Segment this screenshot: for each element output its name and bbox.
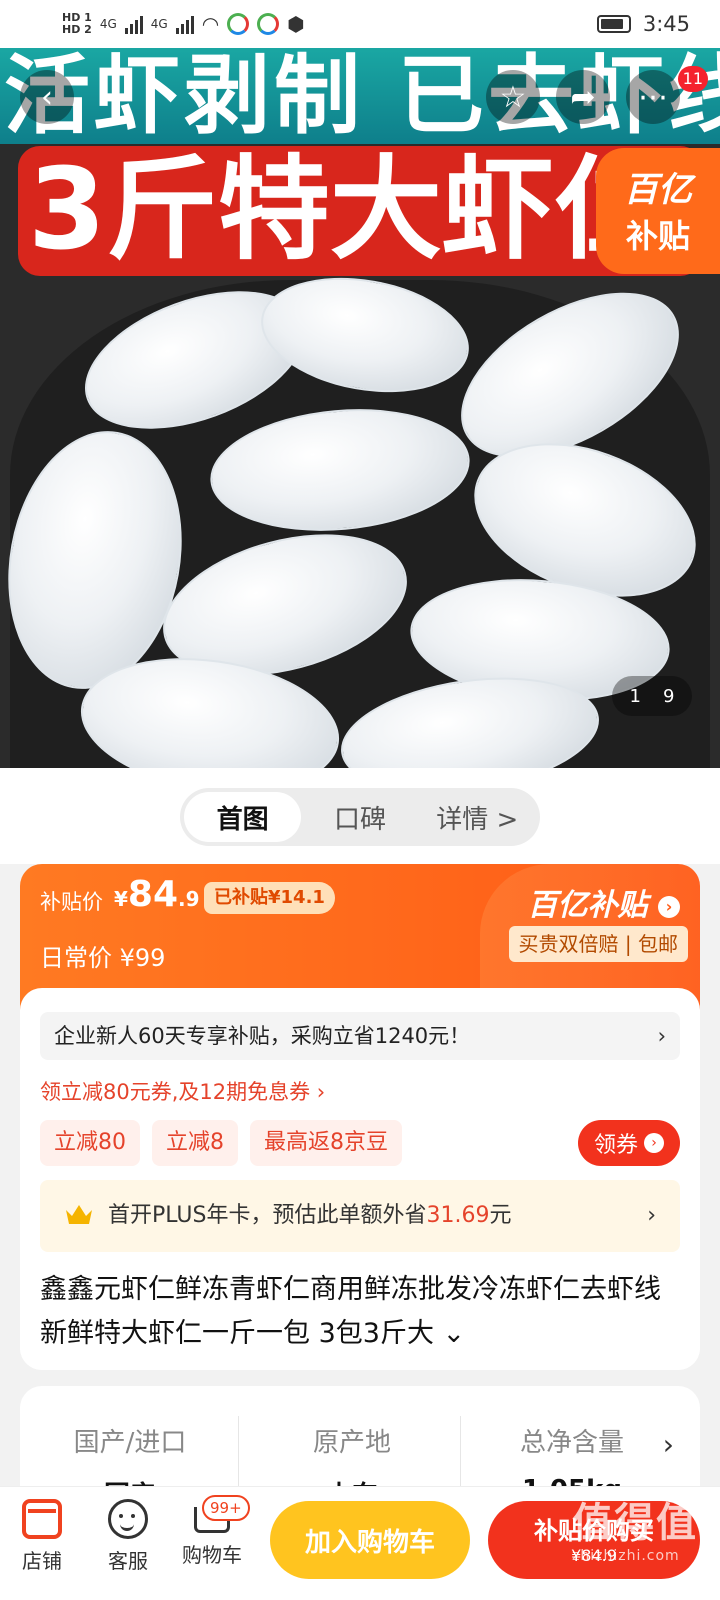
subsidy-price-label: 补贴价 <box>40 890 103 914</box>
chevron-right-icon: › <box>658 895 680 918</box>
product-hero-image[interactable]: 活虾剥制 已去虾线 3斤特大虾仁 百亿 补贴 ‹ ☆ ➦ ⋯ 11 1 9 <box>0 48 720 768</box>
subsidy-brand-link[interactable]: 百亿补贴 › <box>528 880 680 924</box>
pager-current: 1 <box>629 685 641 707</box>
watermark-sub: zhizhizhi.com <box>572 1548 680 1564</box>
currency-symbol: ¥ <box>114 887 128 911</box>
hero-banner-main-text: 3斤特大虾仁 <box>28 145 666 275</box>
tab-reviews[interactable]: 口碑 <box>301 792 418 842</box>
subsidized-amount-tag: 已补贴¥14.1 <box>204 882 335 914</box>
customer-service-label: 客服 <box>108 1549 148 1573</box>
cart-label: 购物车 <box>182 1543 242 1567</box>
pager-total: 9 <box>663 685 675 707</box>
spec-key: 国产/进口 <box>73 1428 187 1458</box>
image-pager: 1 9 <box>612 676 692 716</box>
daily-price-label: 日常价 <box>40 944 112 972</box>
discount-tag-1[interactable]: 立减80 <box>40 1120 140 1166</box>
subsidy-price-decimal: .9 <box>178 887 200 911</box>
tab-main-image[interactable]: 首图 <box>184 792 302 842</box>
bean-rebate-tag[interactable]: 最高返8京豆 <box>250 1120 402 1166</box>
plus-saving-amount: 31.69 <box>426 1203 490 1228</box>
store-button[interactable]: 店铺 <box>2 1499 82 1574</box>
subsidy-badge-line2: 补贴 <box>625 217 690 255</box>
shrimp-bowl-image <box>0 258 718 768</box>
enterprise-promo-text: 企业新人60天专享补贴，采购立省1240元！ <box>54 1024 471 1048</box>
product-title[interactable]: 鑫鑫元虾仁鲜冻青虾仁商用鲜冻批发冷冻虾仁去虾线新鲜特大虾仁一斤一包 3包3斤大 … <box>40 1268 680 1356</box>
watermark-main: 值得值 <box>572 1500 698 1546</box>
hero-banner-top-text: 活虾剥制 已去虾线 <box>4 48 720 146</box>
spec-key: 原产地 <box>312 1428 391 1458</box>
store-label: 店铺 <box>22 1549 62 1573</box>
promo-section: 企业新人60天专享补贴，采购立省1240元！ › 领立减80元券,及12期免息券… <box>20 988 700 1370</box>
chevron-right-icon: › <box>647 1203 656 1228</box>
subsidy-price: ¥84.9 <box>114 874 200 915</box>
notification-badge: 11 <box>677 66 708 92</box>
sim2-label: HD 2 <box>62 23 92 36</box>
share-button[interactable]: ➦ <box>556 70 610 124</box>
app-notification-icon <box>227 13 250 35</box>
sim-indicators: HD 1 HD 2 <box>62 12 92 36</box>
coupon-link[interactable]: 领立减80元券,及12期免息券 › <box>40 1076 325 1106</box>
daily-price: 日常价 ¥99 <box>40 938 165 973</box>
crown-icon <box>66 1205 92 1224</box>
price-card: 补贴价 ¥84.9 已补贴¥14.1 日常价 ¥99 百亿补贴 › 买贵双倍赔 … <box>20 864 700 1370</box>
claim-coupon-button[interactable]: 领券 › <box>578 1120 680 1166</box>
more-button[interactable]: ⋯ <box>626 70 680 124</box>
guarantee-tag: 买贵双倍赔 | 包邮 <box>508 926 688 962</box>
network-type-2: 4G <box>150 17 168 31</box>
customer-service-icon <box>108 1499 148 1539</box>
hero-banner-top: 活虾剥制 已去虾线 <box>0 48 720 144</box>
cart-count-badge: 99+ <box>202 1495 250 1521</box>
store-icon <box>22 1499 62 1539</box>
battery-icon <box>596 15 631 33</box>
content-tabs-section: 首图 口碑 详情 > <box>0 768 720 864</box>
chevron-right-icon: › <box>657 1024 666 1048</box>
plus-membership-row[interactable]: 首开PLUS年卡，预估此单额外省31.69元 › <box>40 1180 680 1252</box>
app-notification-icon-2 <box>257 13 280 35</box>
chevron-right-icon: › <box>644 1133 664 1153</box>
tab-details[interactable]: 详情 > <box>419 792 536 842</box>
plus-suffix: 元 <box>489 1203 512 1228</box>
add-to-cart-button[interactable]: 加入购物车 <box>270 1501 470 1579</box>
subsidy-badge: 百亿 补贴 <box>596 148 720 274</box>
back-button[interactable]: ‹ <box>20 70 74 124</box>
plus-prefix: 首开PLUS年卡，预估此单额外省 <box>108 1203 427 1228</box>
wifi-icon: ◠ <box>201 12 220 36</box>
subsidy-badge-line1: 百亿 <box>624 170 692 210</box>
network-type-1: 4G <box>99 17 117 31</box>
subsidy-price-integer: 84 <box>127 874 179 915</box>
signal-icon-2 <box>175 14 194 34</box>
enterprise-promo-row[interactable]: 企业新人60天专享补贴，采购立省1240元！ › <box>40 1012 680 1060</box>
status-bar: HD 1 HD 2 4G 4G ◠ ⬢ 3:45 <box>0 0 720 48</box>
subsidy-brand-text: 百亿补贴 <box>527 888 648 923</box>
daily-price-value: ¥99 <box>119 944 166 972</box>
discount-tag-2[interactable]: 立减8 <box>152 1120 238 1166</box>
claim-coupon-label: 领券 <box>593 1133 638 1158</box>
customer-service-button[interactable]: 客服 <box>88 1499 168 1574</box>
watermark-logo: 值得值 zhizhizhi.com <box>572 1490 698 1564</box>
shield-icon: ⬢ <box>287 12 305 36</box>
favorite-button[interactable]: ☆ <box>486 70 540 124</box>
chevron-right-icon: › <box>662 1428 674 1461</box>
clock: 3:45 <box>642 12 690 36</box>
content-tabs: 首图 口碑 详情 > <box>180 788 540 846</box>
signal-icon <box>124 14 143 34</box>
spec-key: 总净含量 <box>519 1428 624 1458</box>
